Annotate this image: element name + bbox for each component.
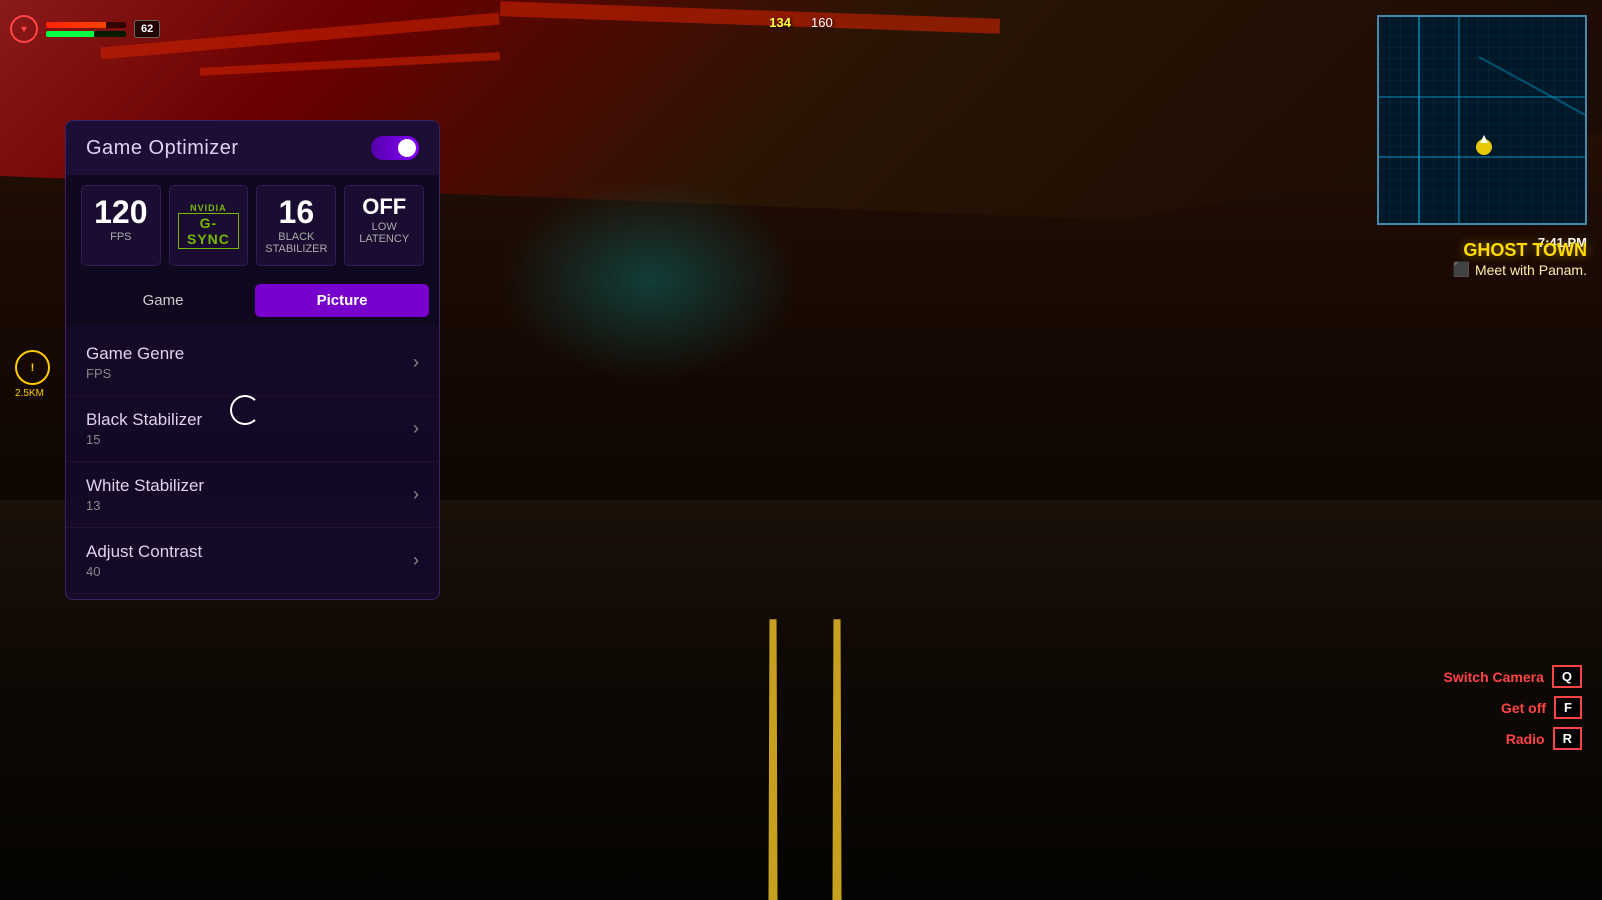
game-genre-info: Game Genre FPS (86, 344, 184, 381)
tab-game[interactable]: Game (76, 284, 250, 317)
low-latency-stat-box[interactable]: OFF Low Latency (344, 185, 424, 266)
stats-row: 120 FPS NVIDIA G-SYNC 16 Black Stabilize… (66, 175, 439, 276)
white-stabilizer-info: White Stabilizer 13 (86, 476, 204, 513)
fps-value: 120 (90, 196, 152, 228)
white-stabilizer-value: 13 (86, 498, 204, 513)
tabs-row: Game Picture (66, 276, 439, 325)
setting-black-stabilizer[interactable]: Black Stabilizer 15 › (66, 396, 439, 462)
adjust-contrast-value: 40 (86, 564, 202, 579)
fps-stat-box[interactable]: 120 FPS (81, 185, 161, 266)
white-stabilizer-name: White Stabilizer (86, 476, 204, 496)
toggle-knob (398, 139, 416, 157)
panel-header: Game Optimizer (66, 121, 439, 175)
road-line-left (768, 619, 777, 900)
gsync-stat-box[interactable]: NVIDIA G-SYNC (169, 185, 249, 266)
setting-adjust-contrast[interactable]: Adjust Contrast 40 › (66, 528, 439, 594)
adjust-contrast-chevron: › (413, 550, 419, 571)
black-stabilizer-value: 16 (265, 196, 327, 228)
ceiling-beam-2 (200, 52, 500, 76)
setting-white-stabilizer[interactable]: White Stabilizer 13 › (66, 462, 439, 528)
nvidia-label: NVIDIA (190, 203, 227, 213)
settings-list: Game Genre FPS › Black Stabilizer 15 › W… (66, 325, 439, 599)
panel-title: Game Optimizer (86, 137, 239, 160)
black-stabilizer-chevron: › (413, 418, 419, 439)
road-line-right (832, 619, 841, 900)
adjust-contrast-info: Adjust Contrast 40 (86, 542, 202, 579)
black-stabilizer-stat-box[interactable]: 16 Black Stabilizer (256, 185, 336, 266)
game-genre-chevron: › (413, 352, 419, 373)
game-genre-value: FPS (86, 366, 184, 381)
adjust-contrast-name: Adjust Contrast (86, 542, 202, 562)
gsync-logo: NVIDIA G-SYNC (178, 203, 240, 249)
black-stabilizer-setting-value: 15 (86, 432, 202, 447)
power-toggle[interactable] (371, 136, 419, 160)
distance-glow (500, 180, 800, 380)
low-latency-label: Low Latency (353, 221, 415, 245)
ceiling-beam-1 (100, 13, 500, 60)
white-stabilizer-chevron: › (413, 484, 419, 505)
low-latency-value: OFF (353, 196, 415, 218)
tab-picture[interactable]: Picture (255, 284, 429, 317)
fps-label: FPS (90, 231, 152, 243)
setting-game-genre[interactable]: Game Genre FPS › (66, 330, 439, 396)
gsync-text: G-SYNC (178, 213, 240, 249)
black-stabilizer-label: Black Stabilizer (265, 231, 327, 255)
ceiling-beam-3 (500, 1, 1000, 33)
black-stabilizer-info: Black Stabilizer 15 (86, 410, 202, 447)
game-genre-name: Game Genre (86, 344, 184, 364)
optimizer-panel: Game Optimizer 120 FPS NVIDIA G-SYNC 16 … (65, 120, 440, 600)
black-stabilizer-name: Black Stabilizer (86, 410, 202, 430)
